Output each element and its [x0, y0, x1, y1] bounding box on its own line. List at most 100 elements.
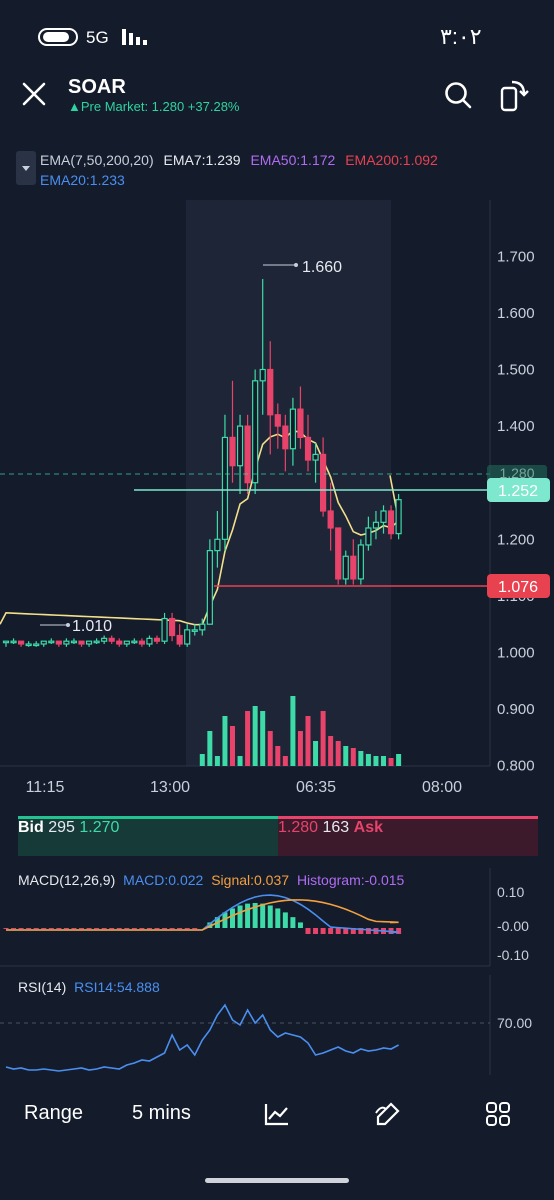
volume-bar: [290, 696, 296, 766]
macd-ytick-0: 0.10: [497, 884, 524, 900]
candle: [244, 414, 251, 495]
ema200-price-tag-text: 1.076: [498, 579, 538, 596]
price-chart[interactable]: 1.7001.6001.5001.4001.3001.2001.1001.000…: [0, 200, 554, 800]
candle: [176, 624, 183, 647]
candle: [108, 635, 115, 645]
volume-bar: [343, 746, 349, 766]
macd-histogram-bar: [109, 928, 115, 929]
search-icon[interactable]: [443, 80, 473, 110]
macd-histogram-bar: [162, 928, 168, 929]
y-tick-label: 1.600: [497, 305, 535, 322]
home-indicator[interactable]: [205, 1178, 349, 1183]
volume-bar: [237, 756, 243, 766]
macd-histogram-bar: [79, 928, 84, 929]
candle: [123, 640, 130, 647]
candle: [10, 638, 17, 645]
ask-panel[interactable]: 1.280 163 Ask: [278, 816, 538, 856]
volume-bar: [396, 754, 402, 766]
y-tick-label: 1.200: [497, 531, 535, 548]
ema200-value: EMA200:1.092: [345, 152, 438, 168]
range-button[interactable]: Range: [24, 1102, 83, 1125]
macd-histogram-bar: [184, 928, 190, 929]
candle: [116, 638, 123, 647]
grid-menu-icon[interactable]: [485, 1101, 511, 1127]
macd-histogram-bar: [146, 928, 152, 929]
macd-histogram-bar: [101, 928, 107, 929]
macd-histogram-bar: [320, 928, 326, 934]
candle: [138, 638, 145, 647]
low-annotation: 1.010: [72, 618, 112, 635]
ema7-value: EMA7:1.239: [163, 152, 241, 168]
candle: [55, 640, 62, 647]
macd-histogram-bar: [3, 928, 9, 929]
volume-bar: [275, 746, 281, 766]
indicators-icon[interactable]: [263, 1100, 291, 1128]
close-icon[interactable]: [20, 80, 48, 108]
macd-histogram-bar: [48, 928, 54, 929]
macd-histogram-bar: [267, 905, 273, 928]
bid-label: Bid: [18, 819, 44, 836]
rsi-chart[interactable]: 70.00: [0, 975, 554, 1075]
x-tick-label: 08:00: [422, 779, 462, 796]
signal-icon: [122, 29, 148, 45]
candle: [70, 638, 78, 645]
y-tick-label: 1.500: [497, 362, 535, 379]
volume-bar: [313, 741, 319, 766]
macd-histogram-bar: [365, 928, 371, 934]
volume-bar: [388, 758, 394, 766]
y-tick-label: 1.700: [497, 248, 535, 265]
candle: [169, 612, 176, 642]
bid-panel[interactable]: Bid 295 1.270: [18, 816, 278, 856]
draw-tool-icon[interactable]: [373, 1099, 403, 1129]
rotate-screen-icon[interactable]: [498, 78, 530, 112]
candle: [85, 640, 93, 647]
y-tick-label: 0.900: [497, 701, 535, 718]
macd-histogram-bar: [71, 928, 77, 929]
volume-bar: [335, 741, 341, 766]
volume-bar: [381, 756, 386, 766]
volume-bar: [267, 731, 273, 766]
candle: [101, 635, 108, 645]
macd-ytick-1: -0.00: [497, 918, 529, 934]
high-annotation: 1.660: [302, 259, 342, 276]
candle: [161, 612, 168, 645]
ema-label: EMA(7,50,200,20): [40, 152, 154, 168]
candle: [335, 527, 342, 585]
macd-histogram-bar: [154, 928, 160, 929]
macd-histogram-bar: [335, 928, 341, 934]
macd-histogram-bar: [177, 928, 183, 929]
volume-bar: [252, 706, 258, 766]
macd-chart[interactable]: 0.10 -0.00 -0.10: [0, 868, 554, 968]
pre-market-quote: ▲Pre Market: 1.280 +37.28%: [68, 99, 240, 114]
indicator-dropdown[interactable]: [16, 151, 36, 185]
macd-histogram-bar: [237, 905, 243, 928]
macd-histogram-bar: [305, 928, 311, 934]
macd-histogram-bar: [11, 928, 17, 929]
network-type: 5G: [86, 28, 109, 47]
macd-histogram-bar: [290, 917, 296, 928]
y-tick-label: 1.000: [497, 645, 535, 662]
candle: [146, 635, 153, 647]
macd-histogram-bar: [56, 928, 62, 929]
ema-legend: EMA(7,50,200,20) EMA7:1.239 EMA50:1.172 …: [40, 150, 510, 190]
y-tick-label: 1.400: [497, 418, 535, 435]
macd-histogram-bar: [297, 922, 303, 928]
ask-label: Ask: [353, 819, 384, 836]
interval-button[interactable]: 5 mins: [132, 1102, 191, 1125]
macd-histogram-bar: [313, 928, 319, 934]
macd-histogram-bar: [131, 928, 137, 929]
volume-bar: [305, 716, 311, 766]
macd-line: [6, 894, 399, 934]
macd-histogram-bar: [116, 928, 122, 929]
macd-histogram-bar: [245, 903, 251, 928]
rsi-ytick-70: 70.00: [497, 1015, 532, 1031]
macd-histogram-bar: [63, 928, 69, 929]
candle: [131, 638, 138, 645]
volume-bar: [199, 754, 205, 766]
macd-histogram-bar: [396, 928, 402, 934]
volume-bar: [260, 711, 266, 766]
session-highlight: [186, 200, 391, 766]
status-bar: 5G ٣:٠٢: [0, 0, 554, 72]
macd-histogram-bar: [260, 903, 266, 928]
volume-bar: [328, 736, 334, 766]
